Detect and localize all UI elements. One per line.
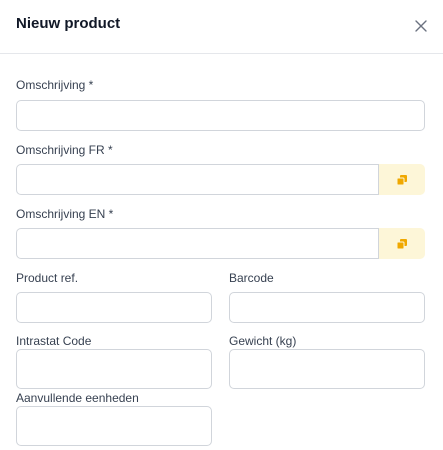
aanvullende-eenheden-label: Aanvullende eenheden — [16, 391, 139, 405]
copy-en-button[interactable] — [379, 228, 425, 259]
omschrijving-fr-label: Omschrijving FR * — [16, 143, 113, 157]
omschrijving-en-label: Omschrijving EN * — [16, 207, 114, 221]
intrastat-code-input[interactable] — [16, 349, 212, 389]
modal-header: Nieuw product — [0, 0, 443, 54]
copy-fr-button[interactable] — [379, 164, 425, 195]
intrastat-code-label: Intrastat Code — [16, 334, 92, 348]
gewicht-label: Gewicht (kg) — [229, 334, 297, 348]
copy-icon — [396, 238, 407, 249]
omschrijving-input[interactable] — [16, 100, 425, 131]
omschrijving-fr-input[interactable] — [16, 164, 379, 195]
modal-title: Nieuw product — [16, 15, 121, 32]
copy-icon — [396, 174, 407, 185]
product-ref-input[interactable] — [16, 292, 212, 323]
omschrijving-en-input[interactable] — [16, 228, 379, 259]
product-ref-label: Product ref. — [16, 271, 79, 285]
new-product-modal: Nieuw product Omschrijving * Omschrijvin… — [0, 0, 443, 450]
omschrijving-label: Omschrijving * — [16, 78, 94, 92]
barcode-input[interactable] — [229, 292, 425, 323]
gewicht-input[interactable] — [229, 349, 425, 389]
close-button[interactable] — [410, 15, 432, 37]
close-icon — [415, 20, 427, 32]
aanvullende-eenheden-input[interactable] — [16, 406, 212, 446]
barcode-label: Barcode — [229, 271, 274, 285]
